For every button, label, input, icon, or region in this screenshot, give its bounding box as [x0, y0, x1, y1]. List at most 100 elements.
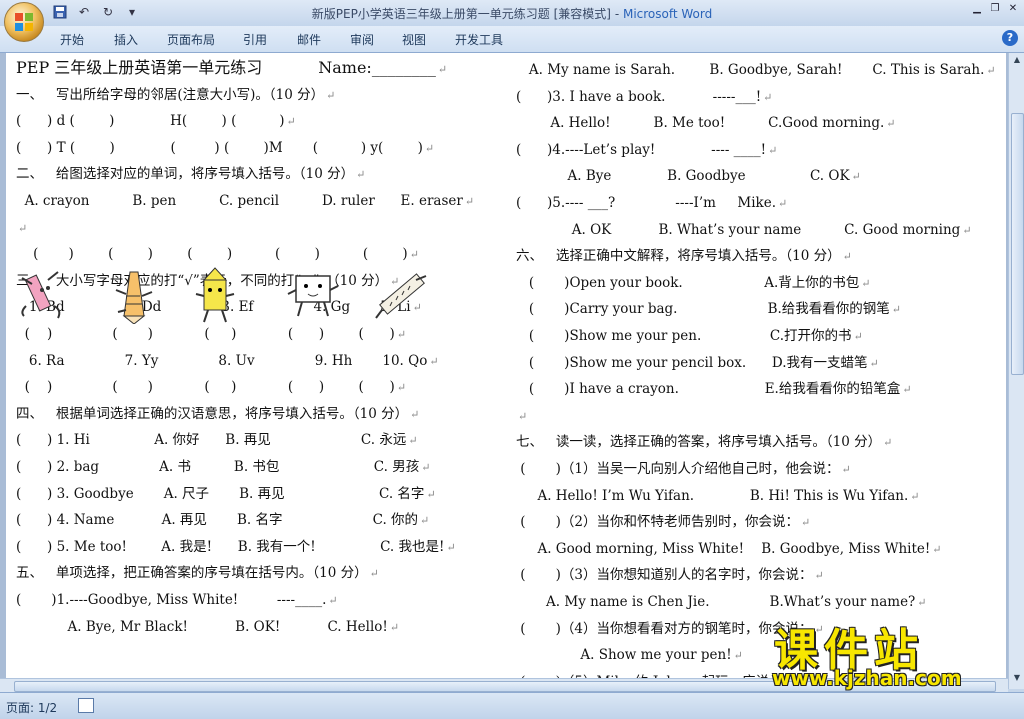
right-line: ( )Show me your pen. C.打开你的书 ↵ — [516, 327, 863, 346]
office-button[interactable] — [4, 2, 44, 42]
line-text: ( )（1）当吴一凡向别人介绍他自己时，他会说： — [516, 461, 840, 477]
paragraph-mark-icon: ↵ — [778, 197, 788, 210]
page-count[interactable]: 页面: 1/2 — [6, 699, 57, 716]
paragraph-mark-icon: ↵ — [389, 620, 400, 634]
right-line: ( )I have a crayon. E.给我看看你的铅笔盒 ↵ — [516, 380, 912, 399]
left-line: A. Bye, Mr Black! B. OK! C. Hello! ↵ — [16, 618, 399, 637]
paragraph-mark-icon: ↵ — [437, 63, 448, 76]
line-text: 六、 选择正确中文解释，将序号填入括号。（10 分） — [516, 248, 841, 265]
tab-review[interactable]: 审阅 — [350, 31, 374, 48]
paragraph-mark-icon: ↵ — [369, 567, 379, 581]
line-text: 五、 单项选择，把正确答案的序号填在括号内。（10 分） — [16, 565, 368, 582]
line-text: ( ) ( ) ( ) ( ) ( ) — [16, 326, 395, 342]
line-text: A. Good morning, Miss White! B. Goodbye,… — [516, 540, 931, 557]
line-text: PEP 三年级上册英语第一单元练习 Name:________ — [16, 58, 436, 77]
paragraph-mark-icon: ↵ — [768, 143, 778, 157]
right-line: ( )Carry your bag. B.给我看看你的钢笔 ↵ — [516, 300, 901, 319]
vertical-scroll-thumb[interactable] — [1011, 113, 1024, 375]
paragraph-mark-icon: ↵ — [733, 649, 743, 663]
left-line: 二、 给图选择对应的单词，将序号填入括号。（10 分） ↵ — [16, 165, 365, 184]
line-text: ( )（2）当你和怀特老师告别时，你会说： — [516, 514, 799, 531]
right-line: ( )（2）当你和怀特老师告别时，你会说： ↵ — [516, 513, 810, 532]
right-line: 六、 选择正确中文解释，将序号填入括号。（10 分） ↵ — [516, 247, 852, 266]
tab-view[interactable]: 视图 — [402, 31, 426, 48]
left-line: ( ) ( ) ( ) ( ) ( ) ↵ — [16, 378, 406, 397]
paragraph-mark-icon: ↵ — [763, 90, 773, 104]
window-controls: ▁ ❐ ✕ — [970, 2, 1020, 16]
paragraph-mark-icon: ↵ — [18, 221, 28, 235]
document-workspace: PEP 三年级上册英语第一单元练习 Name:________ ↵ 一、 写出所给字… — [0, 53, 1008, 689]
status-bar: 页面: 1/2 — [0, 692, 1024, 719]
tab-mailings[interactable]: 邮件 — [297, 31, 321, 48]
right-line: ( )3. I have a book. -----___! ↵ — [516, 88, 772, 107]
document-page[interactable]: PEP 三年级上册英语第一单元练习 Name:________ ↵ 一、 写出所给字… — [6, 53, 1006, 689]
left-line: 6. Ra 7. Yy 8. Uv 9. Hh 10. Qo ↵ — [16, 352, 439, 371]
left-line: 一、 写出所给字母的邻居(注意大小写)。（10 分） ↵ — [16, 86, 335, 105]
line-text: ( )3. I have a book. -----___! — [516, 88, 762, 105]
close-icon[interactable]: ✕ — [1006, 2, 1020, 16]
right-line: A. Show me your pen! ↵ — [516, 646, 743, 665]
vertical-scrollbar[interactable]: ▲ ▼ — [1008, 53, 1024, 689]
left-line: A. crayon B. pen C. pencil D. ruler E. e… — [16, 192, 474, 211]
paragraph-mark-icon: ↵ — [932, 542, 942, 556]
line-text: 二、 给图选择对应的单词，将序号填入括号。（10 分） — [16, 166, 355, 183]
line-text: ( )（3）当你想知道别人的名字时，你会说： — [516, 567, 813, 584]
restore-icon[interactable]: ❐ — [988, 2, 1002, 16]
tab-developer[interactable]: 开发工具 — [455, 31, 503, 48]
proofing-icon[interactable] — [78, 698, 94, 713]
right-line: ( )Show me your pencil box. D.我有一支蜡笔 ↵ — [516, 354, 879, 373]
line-text: A. Bye, Mr Black! B. OK! C. Hello! — [16, 618, 388, 635]
left-line: ( ) 3. Goodbye A. 尺子 B. 再见 C. 名字 ↵ — [16, 485, 436, 504]
paragraph-mark-icon: ↵ — [410, 407, 420, 421]
line-text: ( ) 5. Me too! A. 我是! B. 我有一个! C. 我也是! — [16, 538, 445, 555]
eraser-picture — [287, 275, 339, 317]
paragraph-mark-icon: ↵ — [917, 596, 927, 609]
line-text: 一、 写出所给字母的邻居(注意大小写)。（10 分） — [16, 86, 325, 103]
paragraph-mark-icon: ↵ — [326, 88, 336, 102]
paragraph-mark-icon: ↵ — [396, 328, 407, 341]
tab-insert[interactable]: 插入 — [114, 31, 138, 48]
line-text: ( ) 1. Hi A. 你好 B. 再见 C. 永远 — [16, 432, 407, 449]
paragraph-mark-icon: ↵ — [861, 276, 871, 290]
left-line: ( ) ( ) ( ) ( ) ( ) ↵ — [16, 325, 406, 344]
paragraph-mark-icon: ↵ — [902, 383, 912, 397]
window-title: 新版PEP小学英语三年级上册第一单元练习题 [兼容模式] - Microsoft… — [0, 5, 1024, 22]
left-line: ( )1.----Goodbye, Miss White! ----____. ↵ — [16, 591, 338, 610]
ruler-picture — [375, 273, 427, 319]
right-line: A. Hello! I’m Wu Yifan. B. Hi! This is W… — [516, 487, 919, 506]
line-text: ( )4.----Let’s play! ---- ____! — [516, 141, 767, 158]
right-line: A. Bye B. Goodbye C. OK ↵ — [516, 167, 860, 186]
scroll-up-icon[interactable]: ▲ — [1011, 55, 1023, 67]
document-title: 新版PEP小学英语三年级上册第一单元练习题 [兼容模式] — [311, 7, 611, 21]
line-text: ( ) T ( ) ( ) ( )M ( ) y( ) — [16, 139, 423, 156]
right-line: A. Good morning, Miss White! B. Goodbye,… — [516, 540, 942, 559]
paragraph-mark-icon: ↵ — [356, 168, 366, 182]
line-text: A. Bye B. Goodbye C. OK — [516, 168, 850, 185]
line-text: ( ) 4. Name A. 再见 B. 名字 C. 你的 — [16, 512, 419, 529]
left-line: 四、 根据单词选择正确的汉语意思，将序号填入括号。（10 分） ↵ — [16, 405, 419, 424]
paragraph-mark-icon: ↵ — [800, 516, 811, 530]
paragraph-mark-icon: ↵ — [962, 223, 972, 237]
paragraph-mark-icon: ↵ — [883, 436, 893, 450]
left-line: ( ) 2. bag A. 书 B. 书包 C. 男孩 ↵ — [16, 458, 430, 477]
minimize-icon[interactable]: ▁ — [970, 2, 984, 16]
tab-references[interactable]: 引用 — [243, 31, 267, 48]
line-text: ( ) ( ) ( ) ( ) ( ) — [16, 379, 395, 396]
scroll-down-icon[interactable]: ▼ — [1011, 673, 1023, 685]
help-icon[interactable]: ? — [1002, 30, 1018, 46]
crayon-picture — [21, 271, 61, 319]
watermark: 课件站 www.kjzhan.com — [768, 618, 1008, 690]
paragraph-mark-icon: ↵ — [396, 381, 407, 395]
line-text: A. My name is Sarah. B. Goodbye, Sarah! … — [516, 62, 985, 78]
line-text: ( ) 2. bag A. 书 B. 书包 C. 男孩 — [16, 459, 420, 475]
tab-home[interactable]: 开始 — [60, 31, 84, 48]
line-text: ( )Show me your pencil box. D.我有一支蜡笔 — [516, 354, 868, 371]
tab-page-layout[interactable]: 页面布局 — [167, 31, 215, 48]
right-line: ( )（1）当吴一凡向别人介绍他自己时，他会说： ↵ — [516, 460, 850, 479]
line-text: 6. Ra 7. Yy 8. Uv 9. Hh 10. Qo — [16, 352, 428, 369]
right-line: 七、 读一读，选择正确的答案，将序号填入括号。（10 分） ↵ — [516, 433, 892, 452]
left-line: ( ) d ( ) H( ) ( ) ↵ — [16, 112, 296, 131]
left-line: ( ) 5. Me too! A. 我是! B. 我有一个! C. 我也是! ↵ — [16, 538, 456, 557]
paragraph-mark-icon: ↵ — [869, 356, 879, 370]
line-text: ( ) ( ) ( ) ( ) ( ) — [16, 246, 408, 263]
